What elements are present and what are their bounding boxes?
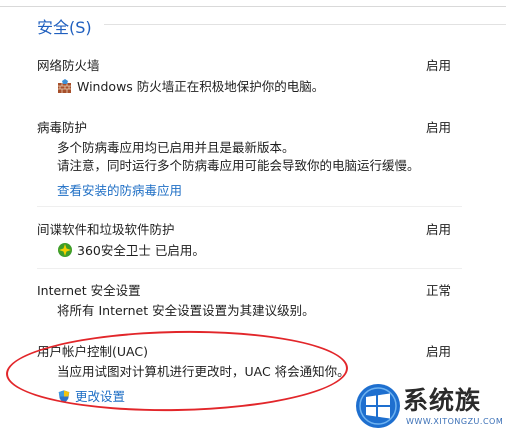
windows-logo-icon: [356, 384, 400, 428]
antivirus-label: 病毒防护: [37, 120, 88, 135]
antivirus-status: 启用: [426, 120, 452, 135]
spyware-desc-text: 360安全卫士 已启用。: [77, 243, 205, 258]
internet-security-desc: 将所有 Internet 安全设置设置为其建议级别。: [57, 303, 315, 318]
firewall-desc: Windows 防火墙正在积极地保护你的电脑。: [57, 78, 324, 96]
watermark-logo: 系统族 WWW.XITONGZU.COM: [355, 377, 506, 436]
section-rule: [104, 24, 506, 25]
firewall-label: 网络防火墙: [37, 58, 100, 73]
firewall-status: 启用: [426, 58, 452, 73]
antivirus-desc-1: 多个防病毒应用均已启用并且是最新版本。: [57, 140, 295, 155]
internet-security-label: Internet 安全设置: [37, 283, 141, 298]
firewall-desc-text: Windows 防火墙正在积极地保护你的电脑。: [77, 79, 325, 94]
spyware-label: 间谍软件和垃圾软件防护: [37, 222, 175, 237]
spyware-status: 启用: [426, 222, 452, 237]
360-safe-icon: [58, 243, 72, 257]
top-divider: [0, 0, 506, 7]
section-title[interactable]: 安全(S): [37, 14, 92, 38]
spyware-desc: 360安全卫士 已启用。: [57, 242, 205, 260]
firewall-icon: [58, 79, 71, 93]
watermark-name: 系统族: [403, 386, 482, 415]
antivirus-desc-2: 请注意，同时运行多个防病毒应用可能会导致你的电脑运行缓慢。: [57, 158, 420, 173]
uac-status: 启用: [426, 344, 452, 359]
internet-security-status: 正常: [426, 283, 452, 298]
separator: [37, 206, 462, 207]
separator: [37, 268, 462, 269]
watermark-url: WWW.XITONGZU.COM: [406, 417, 504, 426]
view-antivirus-apps-link[interactable]: 查看安装的防病毒应用: [57, 180, 182, 199]
